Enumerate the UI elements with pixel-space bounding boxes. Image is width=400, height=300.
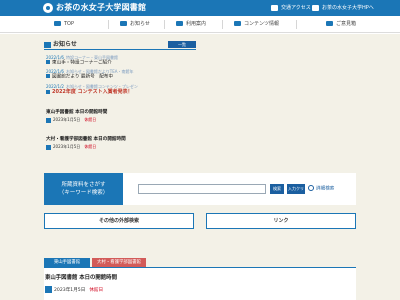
hours-line-higashiyamate: 2023年1月5日 休館日 (46, 117, 96, 123)
nav-divider (222, 20, 223, 29)
location-icon (271, 4, 278, 11)
access-link[interactable]: 交通アクセス (271, 3, 311, 13)
nav-divider (164, 20, 165, 29)
nav-item-label: TOP (64, 21, 75, 27)
tab-omura[interactable]: 大村・看護学部図書館 (92, 258, 146, 267)
site-title[interactable]: お茶の水女子大学図書館 (56, 2, 146, 14)
nav-item-label: 利用案内 (186, 21, 207, 27)
book-icon (176, 21, 183, 26)
hours-title-omura: 大村・看護学部図書館 本日の開館時間 (46, 137, 126, 142)
nav-item-guide[interactable]: 利用案内 (176, 16, 206, 32)
news-item-link[interactable]: 図書館だより 最新号 配布中 (46, 74, 113, 81)
main-navigation: TOP お知らせ 利用案内 コンテンツ情報 ご意見箱 (0, 16, 400, 33)
bullet-icon (46, 74, 50, 78)
nav-item-contents[interactable]: コンテンツ情報 (234, 16, 279, 32)
hours-line-omura: 2023年1月5日 休館日 (46, 144, 96, 150)
access-link-label: 交通アクセス (281, 5, 311, 11)
nav-item-feedback[interactable]: ご意見箱 (326, 16, 356, 32)
home-icon (54, 21, 61, 26)
calendar-icon (45, 286, 52, 293)
panel-title: 東山手図書館 本日の開館時間 (45, 275, 117, 281)
bullet-icon (46, 89, 50, 94)
closed-status: 休館日 (84, 117, 97, 122)
home-icon (312, 4, 319, 11)
nav-item-news[interactable]: お知らせ (120, 16, 150, 32)
keyword-search-input[interactable] (138, 184, 266, 194)
calendar-icon (46, 144, 51, 150)
panel-hours-line: 2023年1月5日 休館日 (45, 286, 103, 295)
megaphone-icon (44, 42, 51, 48)
library-logo-icon[interactable] (43, 3, 53, 13)
news-divider (44, 49, 196, 50)
mailbox-icon (326, 21, 333, 26)
megaphone-icon (120, 21, 127, 26)
nav-item-label: ご意見箱 (336, 21, 357, 27)
nav-divider (108, 20, 109, 29)
search-label: 所蔵資料をさがす （キーワード検索） (44, 173, 123, 205)
nav-item-label: お知らせ (130, 21, 150, 27)
news-heading: お知らせ (53, 41, 77, 48)
search-icon (308, 185, 314, 191)
top-header-bar: お茶の水女子大学図書館 交通アクセス お茶の水女子大学HPへ (0, 0, 400, 16)
catalog-search-panel: 所蔵資料をさがす （キーワード検索） 検索 入力クリア 詳細検索 (44, 173, 356, 205)
news-list-button[interactable]: 一覧 (168, 41, 196, 48)
clear-input-button[interactable]: 入力クリア (287, 184, 305, 201)
tab-higashiyamate[interactable]: 東山手図書館 (44, 258, 90, 267)
university-home-link[interactable]: お茶の水女子大学HPへ (312, 3, 374, 13)
advanced-search-link[interactable]: 詳細検索 (308, 185, 334, 194)
news-item-link[interactable]: 東山手・特設コーナーご紹介 (46, 60, 112, 67)
closed-status: 休館日 (89, 288, 104, 293)
news-item-link[interactable]: 2022年度 コンテスト入賞者発表！ (46, 89, 133, 95)
university-home-link-label: お茶の水女子大学HPへ (322, 5, 374, 11)
hours-title-higashiyamate: 東山手図書館 本日の開館時間 (46, 110, 108, 115)
external-search-button[interactable]: その他の外部検索 (44, 213, 194, 229)
calendar-icon (46, 117, 51, 123)
nav-divider (296, 20, 297, 29)
nav-item-top[interactable]: TOP (54, 16, 74, 32)
nav-item-label: コンテンツ情報 (244, 21, 280, 27)
search-button[interactable]: 検索 (270, 184, 284, 194)
closed-status: 休館日 (84, 144, 97, 149)
links-button[interactable]: リンク (206, 213, 356, 229)
monitor-icon (234, 21, 241, 26)
hours-tab-panel (44, 268, 356, 300)
bullet-icon (46, 60, 50, 64)
